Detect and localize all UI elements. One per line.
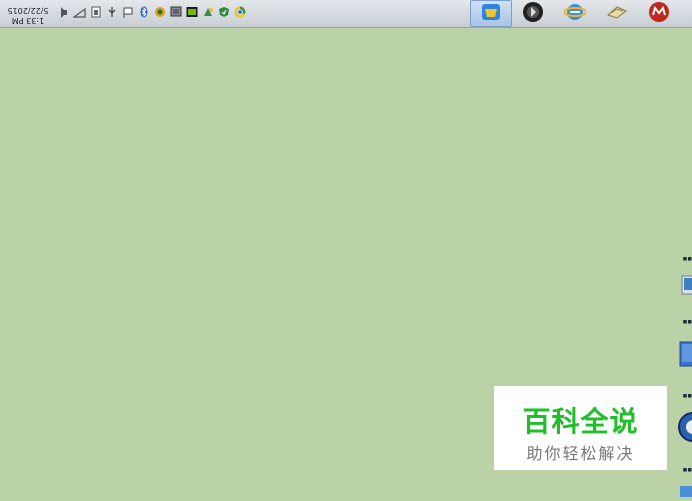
clock-time: 1:33 PM — [11, 16, 45, 25]
ie-icon — [563, 1, 587, 27]
volume-icon[interactable] — [57, 5, 70, 19]
flag-icon[interactable] — [121, 5, 134, 19]
taskbar-app-office[interactable] — [638, 0, 680, 27]
watermark-title: 百科全说 — [522, 405, 639, 438]
desktop-shortcut-3-label: ▪▪ — [682, 392, 692, 400]
office-icon — [648, 1, 670, 27]
nvidia-icon[interactable] — [185, 5, 198, 19]
windows-explorer-icon — [480, 1, 502, 27]
update-icon[interactable] — [201, 5, 214, 19]
system-tray — [57, 5, 246, 21]
taskbar-pinned-apps — [470, 0, 680, 27]
watermark-subtitle: 助你轻松解决 — [526, 444, 635, 463]
battery-icon[interactable] — [89, 5, 102, 19]
taskbar-app-files[interactable] — [596, 0, 638, 27]
folder-icon — [676, 340, 692, 372]
desktop-shortcut-1-label: ▪▪ — [682, 255, 692, 263]
monitor-icon[interactable] — [169, 5, 182, 19]
usb-icon[interactable] — [105, 5, 118, 19]
taskbar-app-media[interactable] — [512, 0, 554, 27]
chrome-icon[interactable] — [233, 5, 246, 19]
app-icon — [676, 482, 692, 501]
bluetooth-icon[interactable] — [137, 5, 150, 19]
system-clock[interactable]: 1:33 PM 5/22/2015 — [6, 2, 50, 25]
security-icon[interactable] — [217, 5, 230, 19]
desktop-shortcut-2-label: ▪▪ — [682, 318, 692, 326]
taskbar: 1:33 PM 5/22/2015 — [0, 0, 692, 28]
clock-date: 5/22/2015 — [7, 6, 49, 15]
taskbar-app-ie[interactable] — [554, 0, 596, 27]
network-icon[interactable] — [73, 5, 86, 19]
shield-icon[interactable] — [153, 5, 166, 19]
desktop-shortcut-4-label: ▪▪ — [682, 466, 692, 474]
file-manager-icon — [606, 1, 628, 27]
media-player-icon — [522, 1, 544, 27]
computer-icon — [676, 272, 692, 302]
watermark: 百科全说 助你轻松解决 — [494, 386, 667, 470]
taskbar-app-explorer[interactable] — [470, 0, 512, 27]
globe-icon — [676, 410, 692, 448]
